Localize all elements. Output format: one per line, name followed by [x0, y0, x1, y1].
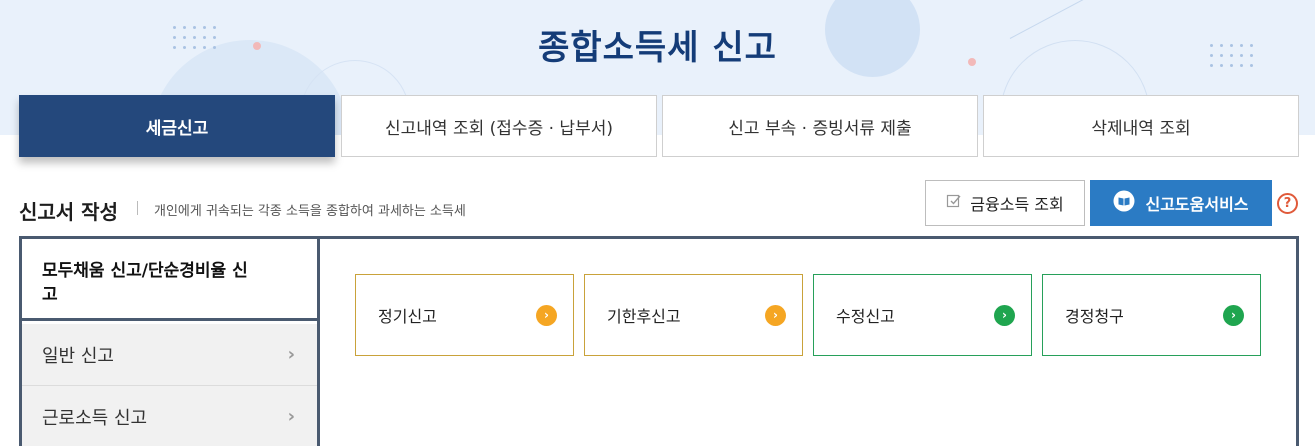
chevron-right-icon: ›: [287, 344, 295, 365]
arrow-right-icon: ›: [994, 304, 1015, 326]
tab-tax-filing[interactable]: 세금신고: [19, 95, 335, 157]
sidebar-item-label: 일반 신고: [42, 345, 114, 367]
card-label: 수정신고: [836, 307, 895, 326]
financial-income-button[interactable]: 금융소득 조회: [925, 180, 1085, 226]
card-label: 경정청구: [1065, 307, 1124, 326]
help-service-button[interactable]: 신고도움서비스: [1090, 180, 1272, 226]
arrow-right-icon: ›: [1223, 304, 1244, 326]
help-service-label: 신고도움서비스: [1145, 195, 1249, 214]
sidebar-item-label: 근로소득 신고: [42, 407, 148, 429]
arrow-right-icon: ›: [765, 304, 786, 326]
card-late-filing[interactable]: 기한후신고 ›: [584, 274, 803, 356]
card-label: 정기신고: [378, 307, 437, 326]
arrow-right-icon: ›: [536, 304, 557, 326]
section-title: 신고서 작성: [19, 200, 118, 224]
tab-filing-history[interactable]: 신고내역 조회 (접수증 · 납부서): [341, 95, 657, 157]
tab-attach-documents[interactable]: 신고 부속 · 증빙서류 제출: [662, 95, 978, 157]
page-title: 종합소득세 신고: [538, 28, 777, 68]
card-label: 기한후신고: [607, 307, 681, 326]
card-regular-filing[interactable]: 정기신고 ›: [355, 274, 574, 356]
edit-check-icon: [946, 193, 962, 213]
sidebar-item-label: 모두채움 신고/단순경비율 신고: [42, 261, 248, 305]
main-tabs: 세금신고 신고내역 조회 (접수증 · 납부서) 신고 부속 · 증빙서류 제출…: [19, 95, 1299, 157]
sidebar-item-prefilled-filing[interactable]: 모두채움 신고/단순경비율 신고: [22, 239, 320, 321]
chevron-right-icon: ›: [287, 406, 295, 427]
sidebar-item-earned-income-filing[interactable]: 근로소득 신고 ›: [22, 386, 317, 446]
tab-deleted-history[interactable]: 삭제내역 조회: [983, 95, 1299, 157]
sidebar-border: [317, 321, 320, 446]
card-amended-filing[interactable]: 수정신고 ›: [813, 274, 1032, 356]
financial-income-label: 금융소득 조회: [970, 195, 1064, 214]
section-description: 개인에게 귀속되는 각종 소득을 종합하여 과세하는 소득세: [154, 204, 466, 219]
book-icon: [1113, 190, 1135, 216]
divider: [137, 201, 138, 215]
card-correction-claim[interactable]: 경정청구 ›: [1042, 274, 1261, 356]
help-question-icon[interactable]: ?: [1277, 193, 1298, 214]
sidebar-item-general-filing[interactable]: 일반 신고 ›: [22, 324, 317, 386]
